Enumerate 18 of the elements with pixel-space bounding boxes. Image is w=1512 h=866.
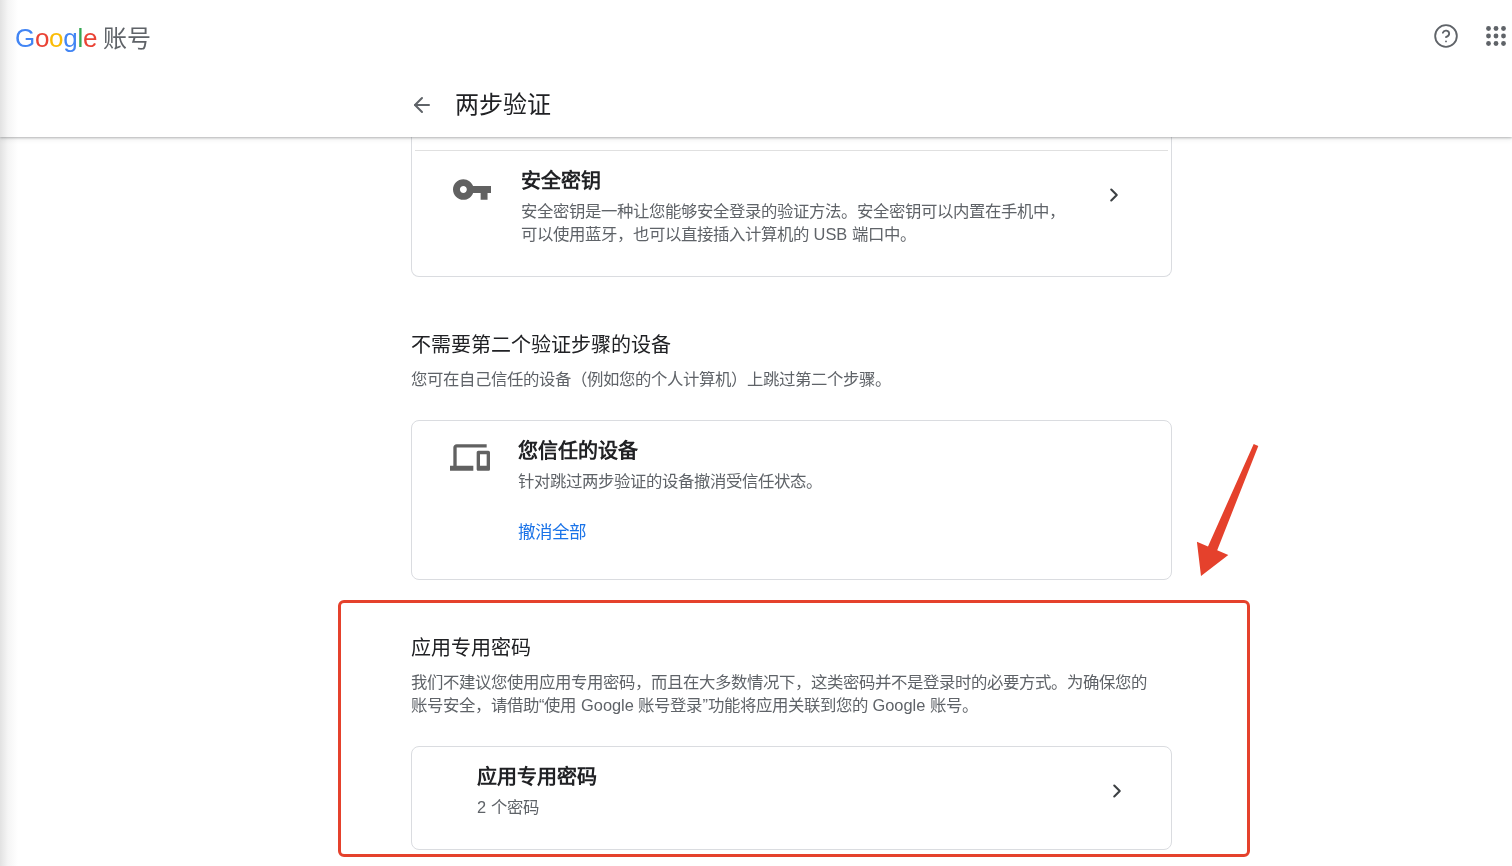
card-title: 安全密钥 <box>521 169 601 194</box>
laptop-phone-icon <box>450 444 490 471</box>
product-name: 账号 <box>103 23 152 54</box>
logo-wordmark[interactable]: Google <box>15 22 98 54</box>
dots-grid-icon[interactable] <box>1486 26 1506 46</box>
card-description: 安全密钥是一种让您能够安全登录的验证方法。安全密钥可以内置在手机中，可以使用蓝牙，也可以直接插入计算机的 USB 端口中。 <box>521 201 1066 245</box>
card-title: 您信任的设备 <box>518 439 638 464</box>
page-title: 两步验证 <box>455 89 551 120</box>
key-icon <box>453 179 491 200</box>
section-description: 您可在自己信任的设备（例如您的个人计算机）上跳过第二个步骤。 <box>411 369 892 390</box>
revoke-all-link[interactable]: 撤消全部 <box>518 520 586 544</box>
section-title: 应用专用密码 <box>411 636 532 661</box>
card-title: 应用专用密码 <box>477 765 597 790</box>
card-description: 针对跳过两步验证的设备撤消受信任状态。 <box>518 471 822 492</box>
card-description: 2 个密码 <box>477 797 539 818</box>
section-description: 我们不建议您使用应用专用密码，而且在大多数情况下，这类密码并不是登录时的必要方式。为确保您的账号安全，请借助“使用 Google 账号登录”功能将应用关联到您的 Google 账号。 <box>411 672 1148 716</box>
help-icon[interactable] <box>1433 23 1459 49</box>
section-title: 不需要第二个验证步骤的设备 <box>411 333 672 358</box>
